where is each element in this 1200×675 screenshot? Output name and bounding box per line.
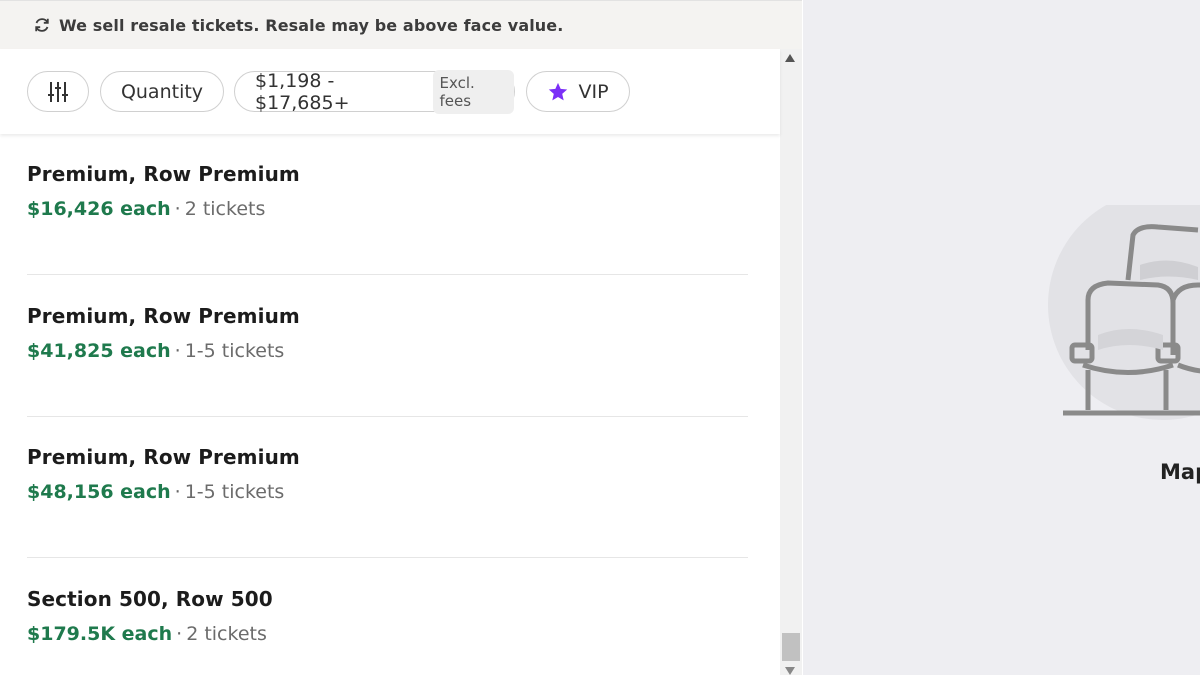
scrollbar-thumb[interactable] xyxy=(782,633,800,661)
star-icon xyxy=(547,81,569,103)
listing-price-line: $48,156 each · 1-5 tickets xyxy=(27,481,284,503)
listing-price: $179.5K each xyxy=(27,623,173,645)
refresh-icon xyxy=(32,15,52,35)
listing-quantity: 1-5 tickets xyxy=(184,340,285,362)
listing-price-line: $179.5K each · 2 tickets xyxy=(27,623,267,645)
map-panel: Map xyxy=(803,0,1200,675)
listing-quantity: 2 tickets xyxy=(184,198,266,220)
excl-fees-tag: Excl. fees xyxy=(432,69,514,114)
scroll-down-arrow-icon[interactable] xyxy=(785,667,795,675)
listing-quantity: 2 tickets xyxy=(186,623,267,645)
listings-scrollbar[interactable] xyxy=(780,49,802,675)
separator: · xyxy=(174,340,181,362)
filter-bar: Quantity $1,198 - $17,685+ Excl. fees VI… xyxy=(0,49,780,134)
resale-notice-banner: We sell resale tickets. Resale may be ab… xyxy=(0,0,802,49)
listing-price-line: $41,825 each · 1-5 tickets xyxy=(27,340,284,362)
resale-notice-text: We sell resale tickets. Resale may be ab… xyxy=(59,15,564,35)
separator: · xyxy=(174,198,181,220)
seats-icon xyxy=(1028,190,1200,439)
listing-title: Premium, Row Premium xyxy=(27,304,300,328)
listing-price: $41,825 each xyxy=(27,340,171,362)
vip-filter-button[interactable]: VIP xyxy=(526,71,630,112)
listing-title: Premium, Row Premium xyxy=(27,445,300,469)
listing-price: $16,426 each xyxy=(27,198,171,220)
listing-item[interactable]: Premium, Row Premium $16,426 each · 2 tick… xyxy=(27,134,748,275)
separator: · xyxy=(176,623,183,645)
listing-title: Section 500, Row 500 xyxy=(27,587,273,611)
quantity-label: Quantity xyxy=(120,80,204,103)
filter-settings-button[interactable] xyxy=(27,71,89,112)
separator: · xyxy=(174,481,181,503)
listing-item[interactable]: Premium, Row Premium $48,156 each · 1-5 ti… xyxy=(27,417,748,558)
listing-quantity: 1-5 tickets xyxy=(184,481,285,503)
vip-label: VIP xyxy=(578,80,609,103)
scroll-up-arrow-icon[interactable] xyxy=(785,54,795,62)
listing-item[interactable]: Premium, Row Premium $41,825 each · 1-5 ti… xyxy=(27,276,748,417)
listing-title: Premium, Row Premium xyxy=(27,162,300,186)
sliders-icon xyxy=(46,80,70,104)
listings-panel: We sell resale tickets. Resale may be ab… xyxy=(0,0,802,675)
price-range-label: $1,198 - $17,685+ xyxy=(255,69,350,114)
price-filter-button[interactable]: $1,198 - $17,685+ Excl. fees xyxy=(234,69,515,114)
quantity-filter-button[interactable]: Quantity xyxy=(100,71,224,112)
listing-price: $48,156 each xyxy=(27,481,171,503)
listing-price-line: $16,426 each · 2 tickets xyxy=(27,198,265,220)
map-label: Map xyxy=(1160,460,1200,484)
listing-item[interactable]: Section 500, Row 500 $179.5K each · 2 tick… xyxy=(27,559,748,675)
